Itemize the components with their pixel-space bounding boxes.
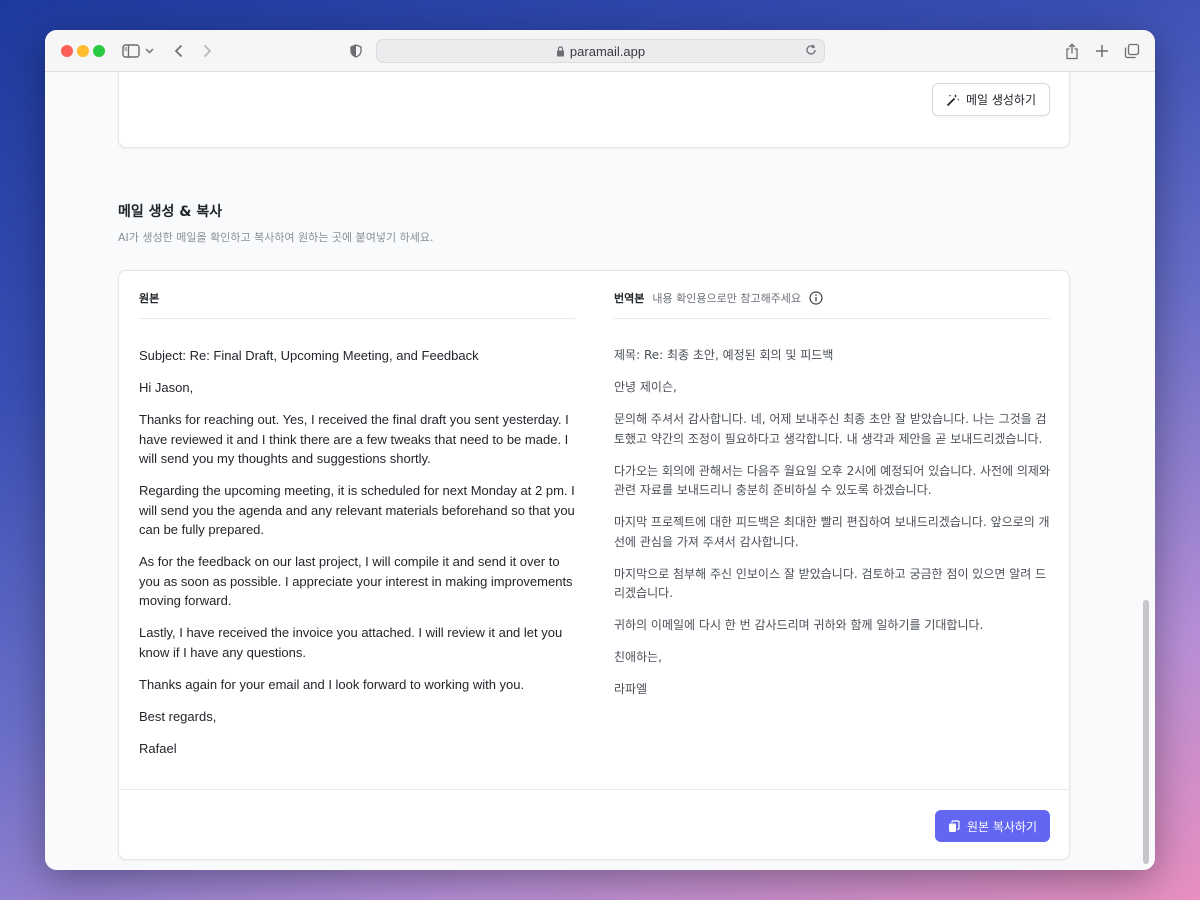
- back-arrow-icon[interactable]: [167, 39, 191, 63]
- original-paragraph: As for the feedback on our last project,…: [139, 554, 573, 608]
- generate-email-label: 메일 생성하기: [965, 93, 1036, 107]
- translation-header: 번역본 내용 확인용으로만 참고해주세요: [614, 271, 1050, 319]
- translation-email-body[interactable]: 제목: Re: 최종 초안, 예정된 회의 및 피드백 안녕 제이슨, 문의해 …: [614, 319, 1050, 700]
- translation-header-label: 번역본: [614, 291, 645, 305]
- section-subtitle: AI가 생성한 메일을 확인하고 복사하여 원하는 곳에 붙여넣기 하세요.: [118, 231, 434, 244]
- original-paragraph: Regarding the upcoming meeting, it is sc…: [139, 483, 575, 537]
- original-paragraph: Subject: Re: Final Draft, Upcoming Meeti…: [139, 348, 479, 363]
- browser-window: paramail.app 메일 생성하기 메일 생성 & 복사 AI가 생성한 …: [45, 30, 1155, 870]
- zoom-window-button[interactable]: [93, 45, 105, 57]
- chevron-down-icon[interactable]: [142, 39, 156, 63]
- original-paragraph: Thanks again for your email and I look f…: [139, 676, 525, 692]
- new-tab-plus-icon[interactable]: [1090, 39, 1114, 63]
- lock-icon: [556, 45, 565, 57]
- tab-overview-icon[interactable]: [1120, 39, 1144, 63]
- privacy-shield-icon[interactable]: [344, 39, 368, 63]
- translation-paragraph: 친애하는,: [614, 650, 662, 664]
- translation-paragraph: 문의해 주셔서 감사합니다. 네, 어제 보내주신 최종 초안 잘 받았습니다.…: [614, 412, 1047, 446]
- original-email-body[interactable]: Subject: Re: Final Draft, Upcoming Meeti…: [139, 319, 575, 758]
- section-title: 메일 생성 & 복사: [118, 204, 223, 220]
- original-header: 원본: [139, 271, 575, 319]
- translation-paragraph: 귀하의 이메일에 다시 한 번 감사드리며 귀하와 함께 일하기를 기대합니다.: [614, 618, 984, 632]
- minimize-window-button[interactable]: [77, 45, 89, 57]
- copy-icon: [948, 819, 960, 833]
- page-scrollbar[interactable]: [1143, 600, 1149, 864]
- translation-paragraph: 마지막 프로젝트에 대한 피드백은 최대한 빨리 편집하여 보내드리겠습니다. …: [614, 515, 1050, 549]
- top-card: 메일 생성하기: [118, 72, 1070, 148]
- translation-paragraph: 마지막으로 첨부해 주신 인보이스 잘 받았습니다. 검토하고 궁금한 점이 있…: [614, 566, 1047, 601]
- original-paragraph: Best regards,: [139, 708, 217, 724]
- translation-paragraph: 다가오는 회의에 관해서는 다음주 월요일 오후 2시에 예정되어 있습니다. …: [614, 463, 1050, 498]
- reload-icon[interactable]: [804, 43, 818, 57]
- translation-paragraph: 안녕 제이슨,: [614, 380, 677, 394]
- forward-arrow-icon[interactable]: [195, 39, 219, 63]
- original-column: 원본 Subject: Re: Final Draft, Upcoming Me…: [139, 271, 575, 771]
- translation-paragraph: 제목: Re: 최종 초안, 예정된 회의 및 피드백: [614, 348, 834, 362]
- original-paragraph: Rafael: [139, 740, 177, 756]
- browser-toolbar: paramail.app: [45, 30, 1155, 72]
- copy-original-label: 원본 복사하기: [966, 819, 1037, 834]
- address-url: paramail.app: [569, 43, 646, 59]
- copy-original-button[interactable]: 원본 복사하기: [934, 810, 1050, 842]
- share-icon[interactable]: [1060, 39, 1084, 63]
- close-window-button[interactable]: [61, 45, 73, 57]
- original-header-label: 원본: [139, 291, 160, 305]
- magic-wand-icon: [946, 93, 960, 107]
- translation-paragraph: 라파엘: [614, 682, 648, 696]
- email-result-card: 원본 Subject: Re: Final Draft, Upcoming Me…: [118, 270, 1070, 860]
- original-paragraph: Hi Jason,: [139, 380, 194, 395]
- address-bar[interactable]: paramail.app: [376, 39, 825, 63]
- page-content: 메일 생성하기 메일 생성 & 복사 AI가 생성한 메일을 확인하고 복사하여…: [45, 72, 1155, 870]
- translation-column: 번역본 내용 확인용으로만 참고해주세요 제목: Re: 최종 초안, 예정된 …: [614, 271, 1050, 712]
- original-paragraph: Lastly, I have received the invoice you …: [139, 625, 563, 660]
- generate-email-button[interactable]: 메일 생성하기: [931, 83, 1050, 116]
- card-footer: 원본 복사하기: [119, 789, 1069, 860]
- info-icon[interactable]: [809, 290, 823, 305]
- translation-note: 내용 확인용으로만 참고해주세요: [652, 291, 802, 305]
- sidebar-toggle-icon[interactable]: [119, 39, 143, 63]
- original-paragraph: Thanks for reaching out. Yes, I received…: [139, 412, 569, 466]
